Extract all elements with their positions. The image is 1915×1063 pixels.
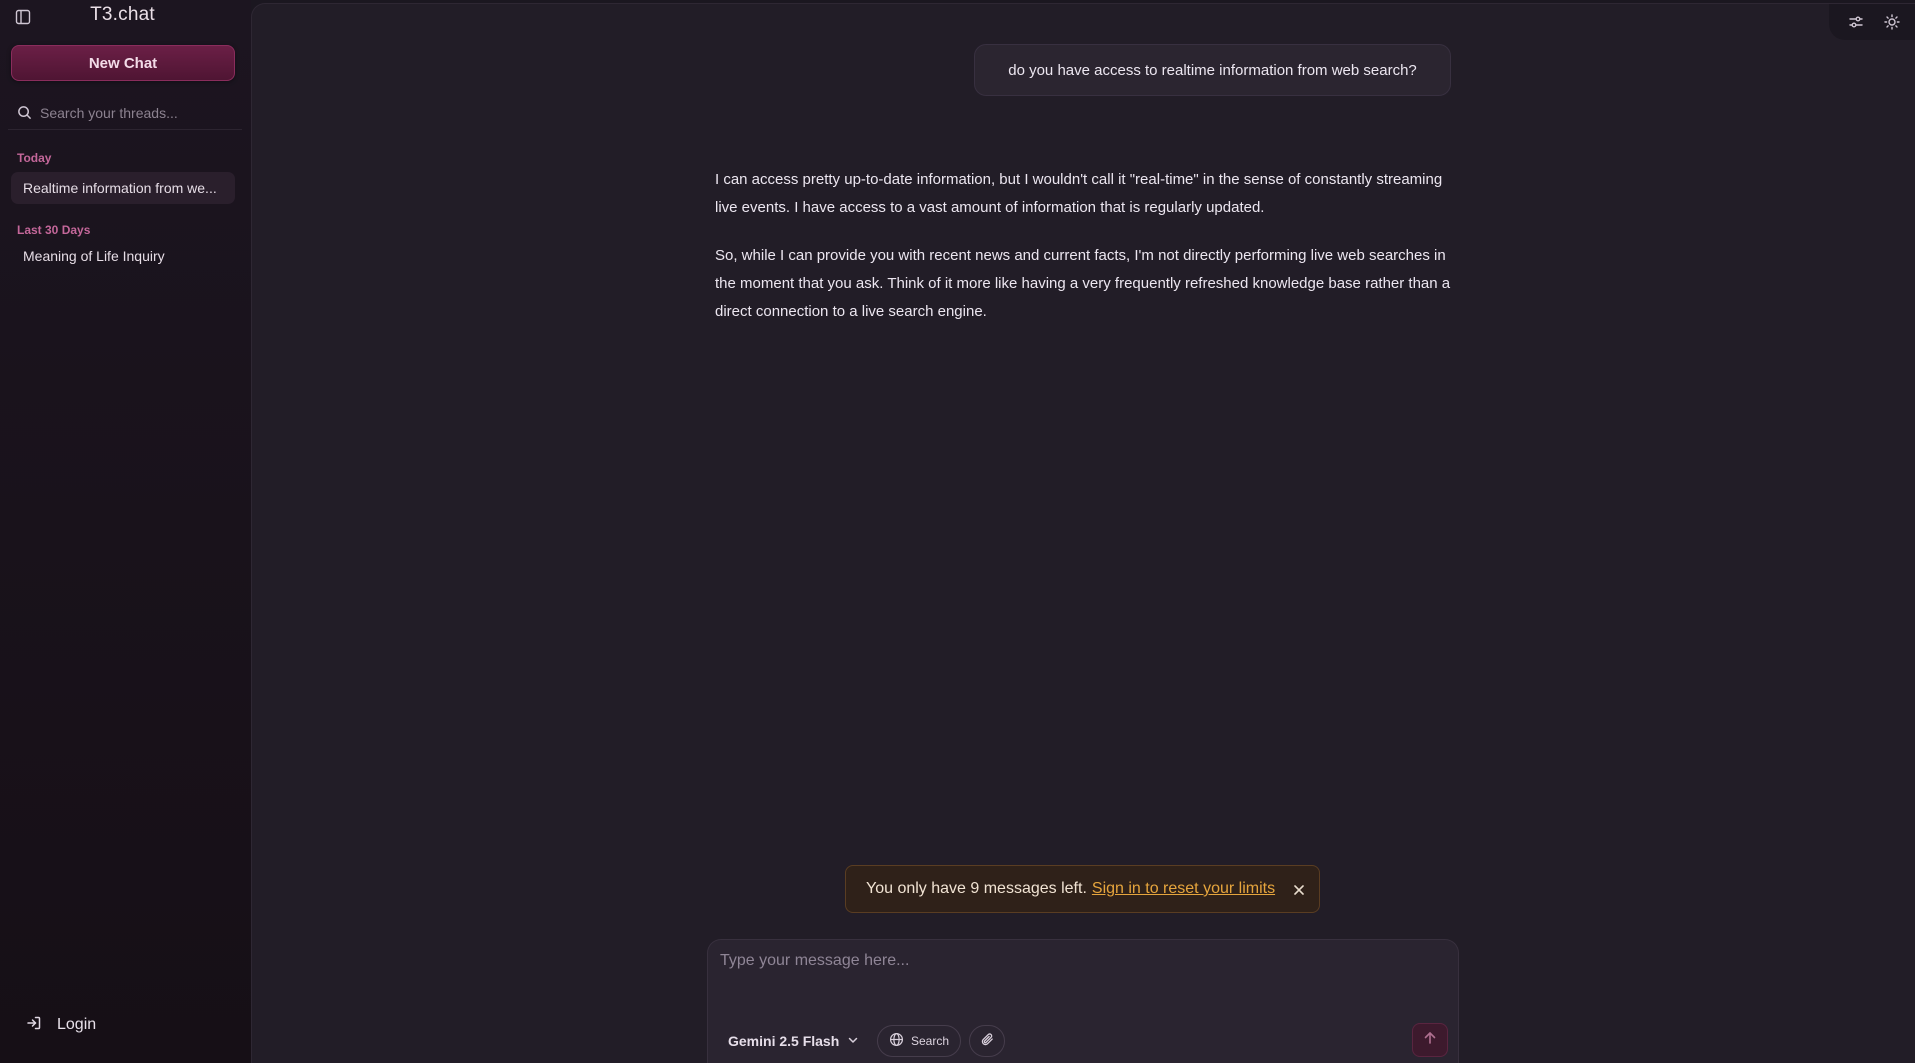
model-selector[interactable]: Gemini 2.5 Flash xyxy=(728,1029,859,1053)
brand-title: T3.chat xyxy=(90,4,155,25)
assistant-paragraph: So, while I can provide you with recent … xyxy=(715,247,1451,320)
attach-button[interactable] xyxy=(969,1025,1005,1057)
user-message-bubble: do you have access to realtime informati… xyxy=(974,44,1451,96)
thread-search xyxy=(8,96,242,130)
search-icon xyxy=(8,105,40,120)
close-icon[interactable] xyxy=(1289,880,1309,900)
message-composer: Gemini 2.5 Flash Search xyxy=(707,939,1459,1063)
group-label-today: Today xyxy=(17,151,52,165)
search-toggle-button[interactable]: Search xyxy=(877,1025,961,1057)
search-toggle-label: Search xyxy=(910,1034,950,1048)
sidebar: T3.chat New Chat Today Realtime informat… xyxy=(0,0,251,1063)
arrow-up-icon xyxy=(1422,1030,1438,1051)
globe-icon xyxy=(889,1032,904,1050)
rate-limit-toast: You only have 9 messages left. Sign in t… xyxy=(845,865,1320,913)
message-input[interactable] xyxy=(720,952,1440,992)
app-root: T3.chat New Chat Today Realtime informat… xyxy=(0,0,1915,1063)
settings-sliders-icon[interactable] xyxy=(1845,11,1867,33)
thread-search-input[interactable] xyxy=(40,104,230,121)
chevron-down-icon xyxy=(847,1033,859,1049)
top-right-controls xyxy=(1829,4,1915,40)
new-chat-button[interactable]: New Chat xyxy=(11,45,235,81)
model-name: Gemini 2.5 Flash xyxy=(728,1033,840,1049)
thread-item-realtime[interactable]: Realtime information from we... xyxy=(11,172,235,204)
login-icon xyxy=(26,1015,42,1036)
group-label-last-30-days: Last 30 Days xyxy=(17,223,91,237)
toast-message: You only have 9 messages left. xyxy=(866,880,1087,897)
login-label: Login xyxy=(57,1016,97,1033)
assistant-paragraph: I can access pretty up-to-date informati… xyxy=(715,171,1443,216)
sign-in-link[interactable]: Sign in to reset your limits xyxy=(1092,880,1275,898)
sun-icon[interactable] xyxy=(1881,11,1903,33)
send-button[interactable] xyxy=(1412,1023,1448,1057)
assistant-message: I can access pretty up-to-date informati… xyxy=(715,166,1455,326)
thread-item-meaning-of-life[interactable]: Meaning of Life Inquiry xyxy=(11,240,235,272)
paperclip-icon xyxy=(980,1032,995,1050)
login-button[interactable]: Login xyxy=(26,1013,96,1037)
